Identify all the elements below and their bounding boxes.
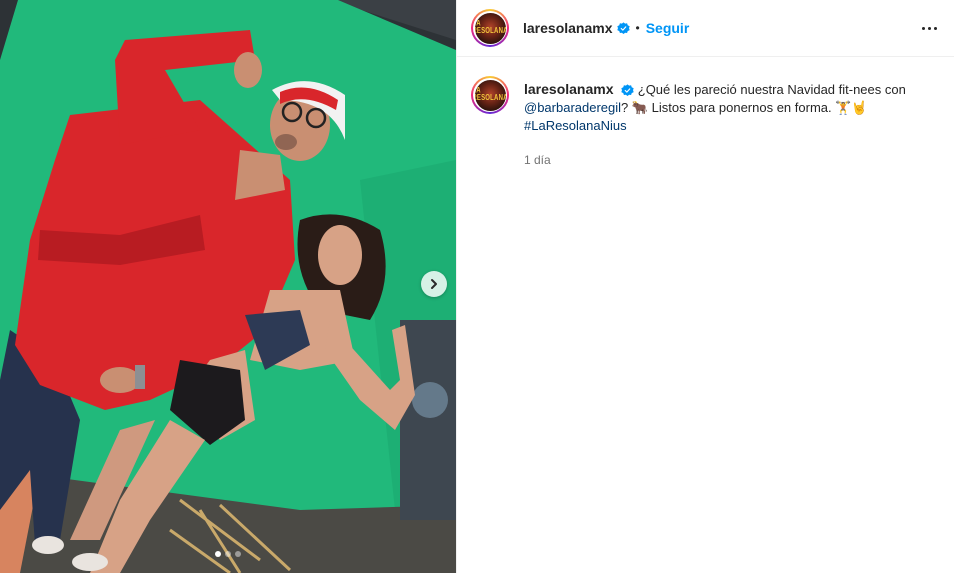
separator-dot: • (635, 21, 640, 35)
avatar-image: LA RESOLANA (474, 79, 506, 111)
avatar-logo-text: LA RESOLANA (475, 20, 506, 36)
more-options-icon[interactable] (917, 18, 941, 38)
carousel-indicator (0, 551, 456, 557)
verified-badge-icon (616, 21, 630, 35)
caption-mention-link[interactable]: @barbaraderegil (524, 100, 621, 115)
avatar-image: LA RESOLANA (474, 12, 506, 44)
caption-body: laresolanamx ¿Qué les pareció nuestra Na… (524, 76, 919, 169)
carousel-dot (225, 551, 231, 557)
carousel-dot (235, 551, 241, 557)
verified-badge-icon (621, 84, 634, 97)
post-timestamp[interactable]: 1 día (524, 151, 919, 169)
caption-text-continued: ? 🐂 Listos para ponernos en forma. 🏋🤘 (621, 100, 868, 115)
caption-text: ¿Qué les pareció nuestra Navidad fit-nee… (637, 82, 906, 97)
header-username[interactable]: laresolanamx (523, 20, 613, 36)
follow-button[interactable]: Seguir (646, 20, 690, 36)
carousel-dot-active (215, 551, 221, 557)
avatar[interactable]: LA RESOLANA (471, 9, 509, 47)
next-slide-button[interactable] (421, 271, 447, 297)
caption-username[interactable]: laresolanamx (524, 81, 614, 97)
post-side-panel: LA RESOLANA laresolanamx • Seguir LA RES… (456, 0, 954, 573)
caption-avatar[interactable]: LA RESOLANA (471, 76, 509, 114)
avatar-logo-text: LA RESOLANA (475, 87, 506, 103)
photo-illustration (0, 0, 456, 573)
post-caption: LA RESOLANA laresolanamx ¿Qué les pareci… (471, 76, 919, 169)
post-header: LA RESOLANA laresolanamx • Seguir (457, 0, 954, 57)
caption-hashtag-link[interactable]: #LaResolanaNius (524, 118, 627, 133)
post-photo[interactable] (0, 0, 456, 573)
chevron-right-icon (431, 279, 437, 289)
